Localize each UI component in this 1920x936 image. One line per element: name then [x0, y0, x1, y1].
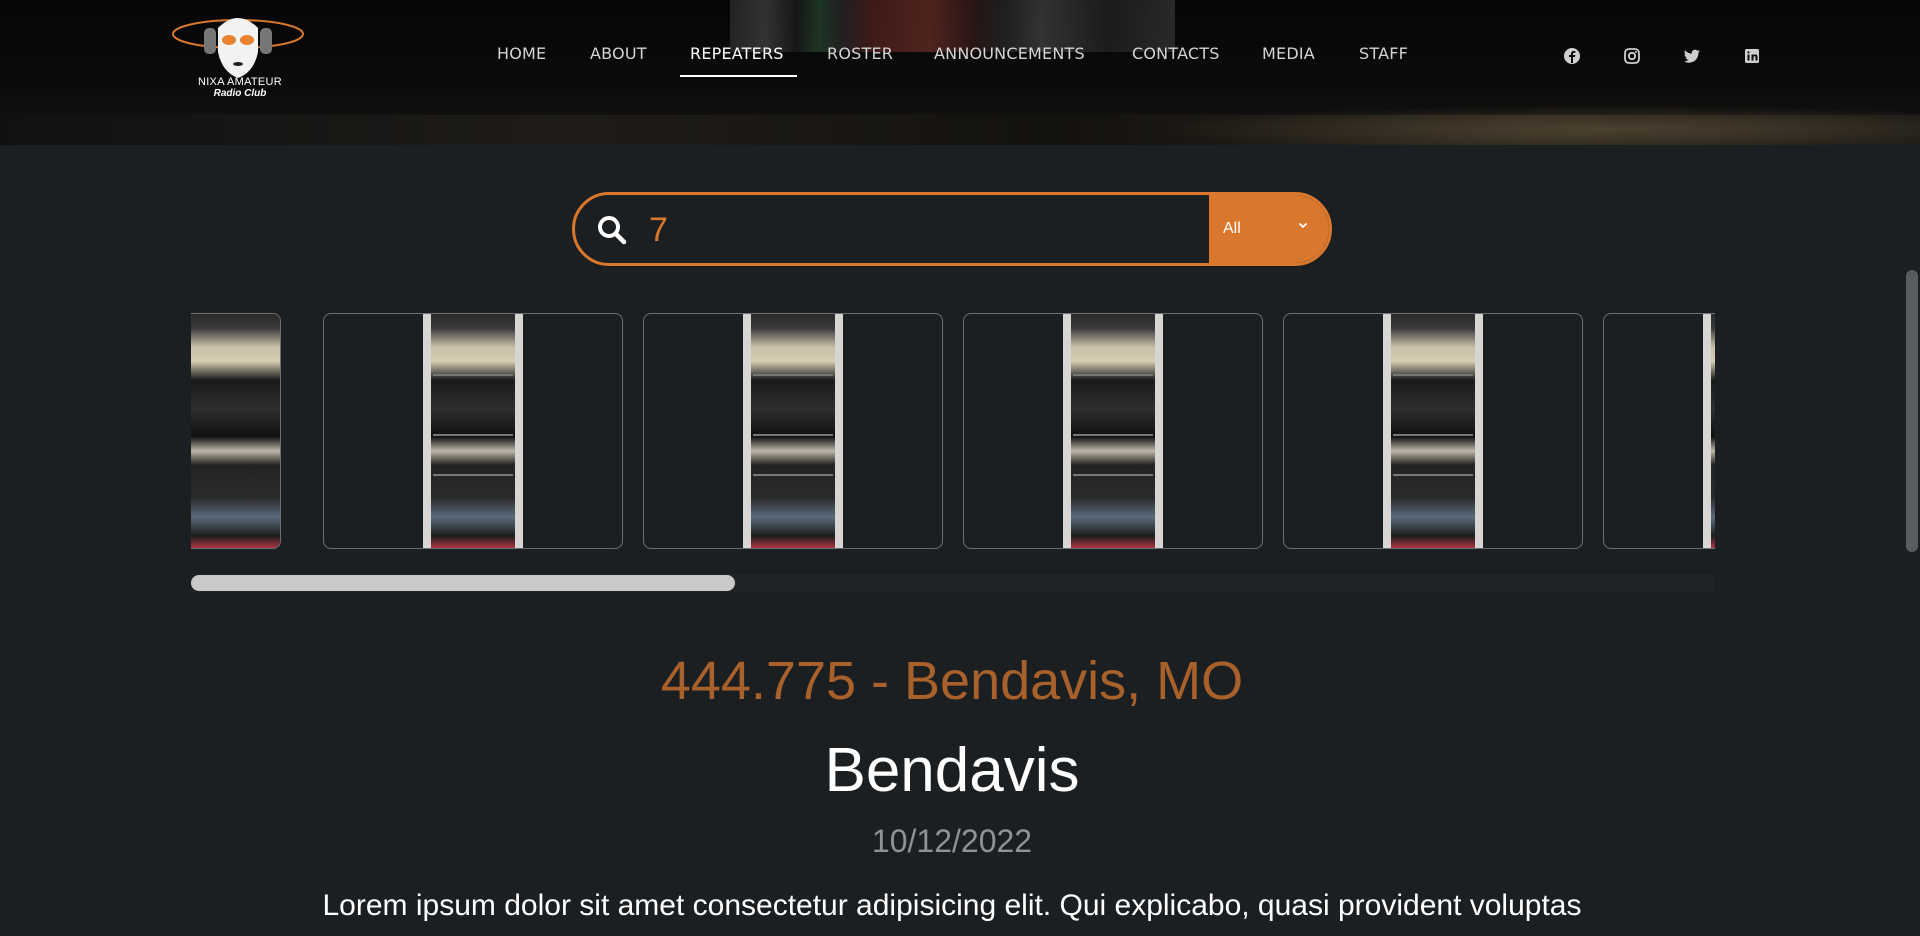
- repeater-frequency-heading: 444.775 - Bendavis, MO: [660, 651, 1244, 711]
- instagram-icon[interactable]: [1623, 47, 1641, 65]
- gallery-card[interactable]: [963, 313, 1263, 549]
- repeater-rack-photo: [1703, 314, 1715, 548]
- nav-announcements[interactable]: ANNOUNCEMENTS: [934, 44, 1085, 63]
- linkedin-icon[interactable]: [1743, 47, 1761, 65]
- page-scrollbar-thumb[interactable]: [1906, 270, 1918, 552]
- search-icon[interactable]: [597, 215, 627, 245]
- repeater-photo-gallery[interactable]: [191, 313, 1715, 549]
- repeater-date: 10/12/2022: [871, 823, 1033, 859]
- search-filter-value: All: [1223, 220, 1241, 237]
- search-input[interactable]: [647, 205, 1171, 255]
- nav-repeaters[interactable]: REPEATERS: [690, 44, 784, 63]
- active-nav-underline: [680, 75, 797, 77]
- chevron-down-icon: [1298, 222, 1308, 229]
- twitter-icon[interactable]: [1683, 47, 1701, 65]
- repeater-rack-photo: [743, 314, 843, 548]
- site-header: NIXA AMATEUR Radio Club HOME ABOUT REPEA…: [0, 0, 1920, 145]
- repeater-rack-photo: [1063, 314, 1163, 548]
- repeater-rack-photo: [423, 314, 523, 548]
- gallery-card[interactable]: [191, 313, 281, 549]
- gallery-card[interactable]: [323, 313, 623, 549]
- nav-contacts[interactable]: CONTACTS: [1132, 44, 1220, 63]
- gallery-card[interactable]: [643, 313, 943, 549]
- repeater-search-bar: All: [572, 192, 1332, 266]
- nav-staff[interactable]: STAFF: [1359, 44, 1408, 63]
- repeater-description: Lorem ipsum dolor sit amet consectetur a…: [322, 889, 1582, 922]
- gallery-card[interactable]: [1283, 313, 1583, 549]
- nav-home[interactable]: HOME: [497, 44, 546, 63]
- logo-subtitle: Radio Club: [213, 88, 267, 99]
- gallery-scrollbar-thumb[interactable]: [191, 575, 735, 591]
- gallery-card[interactable]: [1603, 313, 1715, 549]
- repeater-rack-photo: [191, 314, 280, 548]
- header-background-glow: [1150, 105, 1920, 145]
- nav-about[interactable]: ABOUT: [590, 44, 647, 63]
- repeater-rack-photo: [1383, 314, 1483, 548]
- search-filter-select[interactable]: All: [1209, 195, 1329, 263]
- nav-roster[interactable]: ROSTER: [827, 44, 893, 63]
- nav-media[interactable]: MEDIA: [1262, 44, 1315, 63]
- repeater-name-heading: Bendavis: [824, 736, 1080, 805]
- logo-title: NIXA AMATEUR: [197, 76, 283, 88]
- facebook-icon[interactable]: [1563, 47, 1581, 65]
